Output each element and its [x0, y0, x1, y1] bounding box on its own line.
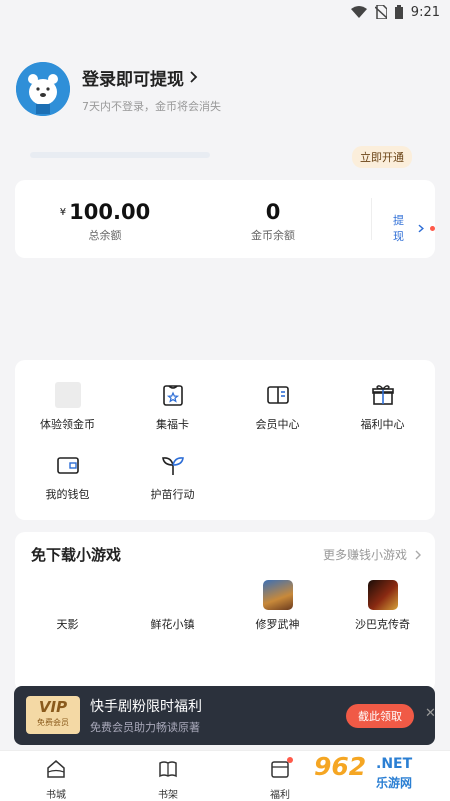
menu-item-label: 会员中心: [255, 418, 300, 431]
games-more-link[interactable]: 更多赚钱小游戏: [323, 546, 421, 563]
total-balance[interactable]: ¥100.00 总余额: [55, 200, 155, 243]
game-item-shabake[interactable]: 沙巴克传奇: [330, 580, 435, 632]
tab-label: 书架: [158, 790, 178, 801]
login-link[interactable]: 登录即可提现: [82, 65, 221, 90]
vip-badge-sub: 免费会员: [37, 718, 69, 727]
balance-card: ¥100.00 总余额 0 金币余额 提现: [15, 180, 435, 258]
login-title: 登录即可提现: [82, 69, 184, 90]
wifi-icon: [350, 6, 367, 18]
divider: [371, 198, 372, 240]
card-star-icon: [160, 382, 186, 408]
vip-open-button[interactable]: 立即开通: [352, 146, 412, 168]
chevron-right-icon: [415, 550, 421, 559]
banner-title: 快手剧粉限时福利: [90, 699, 202, 715]
game-thumbnail: [262, 580, 293, 610]
menu-item-vip-center[interactable]: 会员中心: [225, 382, 330, 432]
vip-badge-main: VIP: [38, 698, 68, 716]
game-item-tianying[interactable]: 天影: [15, 580, 120, 632]
profile-section[interactable]: 登录即可提现 7天内不登录，金币将会消失: [16, 62, 221, 116]
currency-symbol: ¥: [59, 207, 67, 218]
no-sim-icon: [374, 5, 387, 19]
watermark-number: 962: [314, 752, 367, 781]
game-label: 鲜花小镇: [150, 618, 195, 631]
game-label: 修罗武神: [255, 618, 300, 631]
withdraw-label: 提现: [393, 214, 404, 243]
chevron-right-icon: [190, 71, 198, 83]
notification-dot: [430, 225, 435, 231]
home-icon: [47, 760, 65, 778]
game-thumbnail: [367, 580, 398, 610]
tab-bookstore[interactable]: 书城: [21, 759, 91, 801]
login-subtitle: 7天内不登录，金币将会消失: [82, 99, 221, 113]
total-balance-label: 总余额: [88, 229, 122, 242]
game-label: 天影: [56, 618, 79, 631]
banner-subtitle: 免费会员助力畅读原著: [90, 721, 200, 734]
game-label: 沙巴克传奇: [355, 618, 410, 631]
coin-balance-value: 0: [265, 200, 281, 224]
watermark-cn: 乐游网: [376, 776, 413, 790]
games-more-label: 更多赚钱小游戏: [322, 548, 407, 562]
tab-welfare[interactable]: 福利: [245, 757, 315, 801]
game-thumbnail: [53, 580, 83, 610]
wallet-icon: [55, 452, 81, 478]
menu-item-label: 护苗行动: [150, 488, 195, 501]
bookshelf-icon: [159, 761, 177, 778]
watermark-net: .NET: [376, 756, 413, 772]
games-title: 免下载小游戏: [31, 546, 122, 564]
vip-promo-banner[interactable]: VIP 免费会员 快手剧粉限时福利 免费会员助力畅读原著 截此领取 ✕: [14, 686, 436, 745]
close-icon[interactable]: ✕: [425, 706, 436, 721]
tab-label: 书城: [46, 790, 66, 801]
tab-label: 福利: [270, 790, 290, 801]
game-thumbnail: [158, 580, 188, 610]
coin-balance-label: 金币余额: [251, 229, 295, 242]
gift-icon: [370, 382, 396, 408]
menu-item-wallet[interactable]: 我的钱包: [15, 452, 120, 502]
notification-dot: [287, 757, 293, 763]
avatar[interactable]: [16, 62, 70, 116]
site-watermark: 962 .NET 乐游网: [306, 750, 450, 801]
vip-badge: VIP 免费会员: [26, 696, 80, 734]
chevron-right-icon: [418, 224, 425, 232]
bear-avatar-icon: [16, 62, 70, 116]
book-icon: [265, 382, 291, 408]
coin-placeholder-icon: [54, 382, 81, 408]
menu-item-welfare-center[interactable]: 福利中心: [330, 382, 435, 432]
menu-item-trial-coins[interactable]: 体验领金币: [15, 382, 120, 432]
status-time: 9:21: [410, 4, 440, 20]
coin-balance[interactable]: 0 金币余额: [237, 200, 309, 243]
claim-button[interactable]: 截此领取: [346, 704, 414, 728]
vip-strip-decoration: [30, 152, 210, 158]
menu-item-label: 福利中心: [360, 418, 405, 431]
battery-icon: [394, 5, 403, 19]
menu-item-seedling[interactable]: 护苗行动: [120, 452, 225, 502]
menu-item-label: 我的钱包: [45, 488, 90, 501]
game-item-flower-town[interactable]: 鲜花小镇: [120, 580, 225, 632]
withdraw-button[interactable]: 提现: [393, 212, 435, 244]
menu-item-fortune-card[interactable]: 集福卡: [120, 382, 225, 432]
mini-games-card: 免下载小游戏 更多赚钱小游戏 天影 鲜花小镇 修罗武神 沙巴克传奇: [15, 532, 435, 692]
menu-grid: 体验领金币 集福卡 会员中心 福利中心 我的钱包 护苗行动: [15, 360, 435, 520]
status-bar: 9:21: [0, 0, 450, 24]
tab-bookshelf[interactable]: 书架: [133, 759, 203, 801]
game-item-asura-god[interactable]: 修罗武神: [225, 580, 330, 632]
menu-item-label: 体验领金币: [40, 418, 95, 431]
sprout-icon: [160, 452, 186, 478]
total-balance-value: 100.00: [69, 200, 151, 224]
menu-item-label: 集福卡: [156, 418, 189, 431]
